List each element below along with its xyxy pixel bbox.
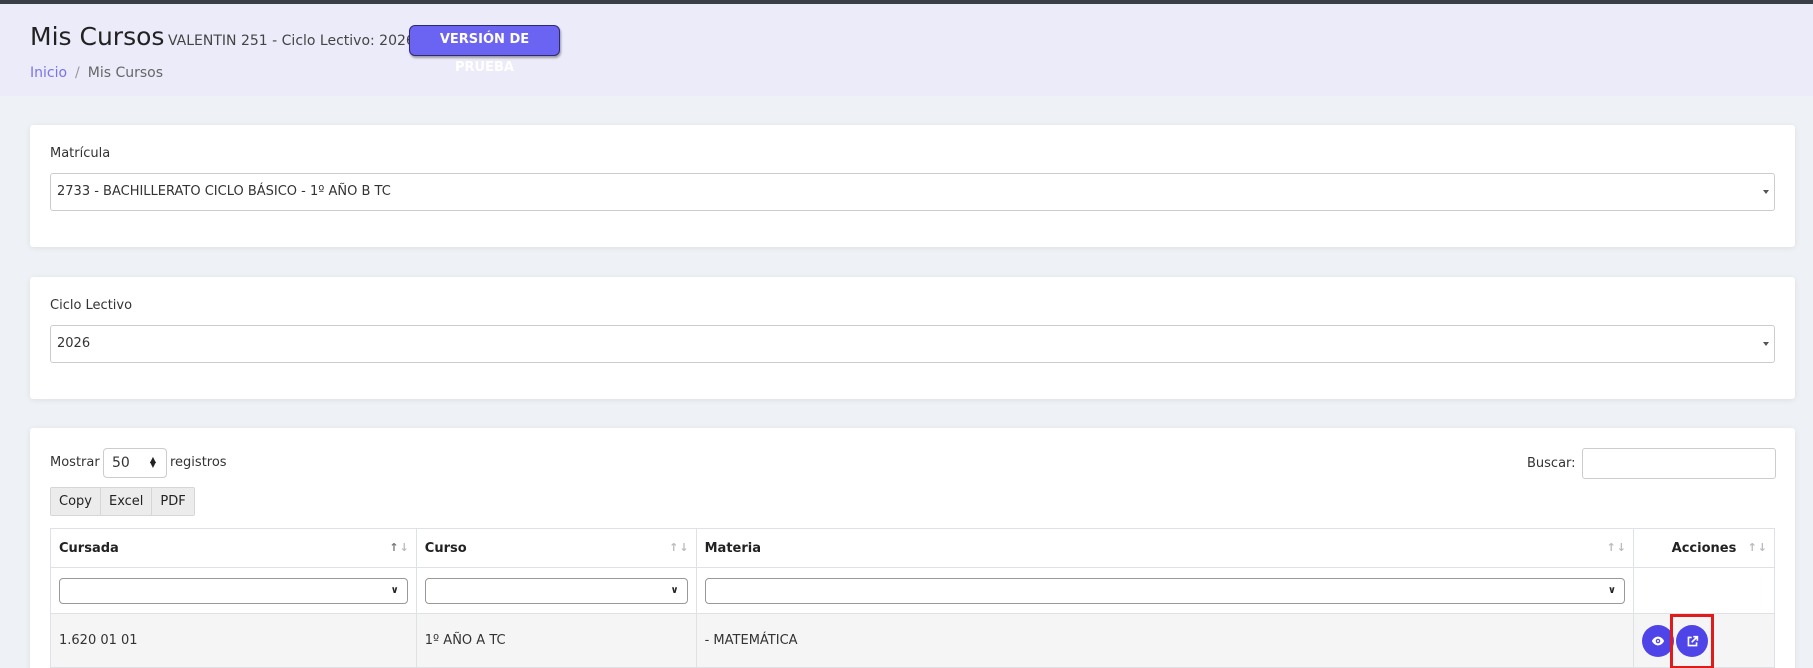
sort-icon: ↑↓ <box>1606 541 1627 554</box>
page-subtitle: VALENTIN 251 - Ciclo Lectivo: 2026 <box>168 33 415 49</box>
highlight-box <box>1670 614 1714 668</box>
ciclo-lectivo-selected-value: 2026 <box>57 336 91 351</box>
ciclo-lectivo-label: Ciclo Lectivo <box>50 298 133 313</box>
courses-table-card: Mostrar 50 ▲ ▼ registros Buscar: Copy Exc… <box>30 428 1795 668</box>
breadcrumb: Inicio / Mis Cursos <box>30 65 163 81</box>
eye-icon <box>1651 636 1665 646</box>
page-header: Mis Cursos VALENTIN 251 - Ciclo Lectivo:… <box>0 4 1813 96</box>
search-input[interactable] <box>1582 448 1776 479</box>
breadcrumb-separator: / <box>75 65 80 81</box>
breadcrumb-home-link[interactable]: Inicio <box>30 65 67 81</box>
filter-cell-materia: ∨ <box>695 567 1635 614</box>
page-length-value: 50 <box>112 455 130 471</box>
excel-button[interactable]: Excel <box>100 488 153 515</box>
show-label: Mostrar <box>50 455 100 470</box>
column-label: Curso <box>424 540 467 556</box>
breadcrumb-current: Mis Cursos <box>87 65 164 81</box>
caret-down-icon <box>1763 190 1769 194</box>
trial-version-badge: VERSIÓN DE PRUEBA <box>409 25 560 75</box>
sort-icon: ↑↓ <box>669 541 690 554</box>
column-header-acciones[interactable]: Acciones ↑↓ <box>1633 528 1775 568</box>
column-header-cursada[interactable]: Cursada ↑↓ <box>50 528 417 568</box>
chevron-down-icon: ∨ <box>670 584 679 596</box>
materia-filter-select[interactable]: ∨ <box>704 577 1625 604</box>
search-label: Buscar: <box>1527 456 1576 471</box>
page-length-select[interactable]: 50 ▲ ▼ <box>103 448 167 478</box>
copy-button[interactable]: Copy <box>51 488 101 515</box>
records-label: registros <box>170 455 227 470</box>
sort-icon: ↑↓ <box>1747 541 1768 554</box>
ciclo-lectivo-card: Ciclo Lectivo 2026 <box>30 277 1795 399</box>
matricula-selected-value: 2733 - BACHILLERATO CICLO BÁSICO - 1º AÑ… <box>57 184 391 199</box>
cursada-filter-select[interactable]: ∨ <box>59 577 408 604</box>
export-button-group: Copy Excel PDF <box>50 487 195 516</box>
column-header-curso[interactable]: Curso ↑↓ <box>415 528 697 568</box>
page-title: Mis Cursos <box>30 22 165 51</box>
courses-table: Cursada ↑↓ Curso ↑↓ Materia ↑↓ Acciones … <box>50 528 1775 668</box>
column-header-materia[interactable]: Materia ↑↓ <box>695 528 1635 568</box>
chevron-down-icon: ∨ <box>390 584 399 596</box>
table-row: 1.620 01 01 1º AÑO A TC - MATEMÁTICA <box>50 613 1775 668</box>
curso-cell: 1º AÑO A TC <box>415 613 697 668</box>
column-label: Materia <box>704 540 761 556</box>
cursada-cell: 1.620 01 01 <box>50 613 417 668</box>
filter-cell-acciones <box>1633 567 1775 614</box>
pdf-button[interactable]: PDF <box>152 488 194 515</box>
column-label: Cursada <box>59 540 119 556</box>
actions-cell <box>1633 613 1775 668</box>
filter-cell-curso: ∨ <box>415 567 697 614</box>
ciclo-lectivo-select[interactable]: 2026 <box>50 325 1775 363</box>
matricula-card: Matrícula 2733 - BACHILLERATO CICLO BÁSI… <box>30 125 1795 247</box>
caret-down-icon <box>1763 342 1769 346</box>
sort-icon: ↑↓ <box>389 541 410 554</box>
matricula-label: Matrícula <box>50 146 111 161</box>
column-label: Acciones <box>1671 540 1737 556</box>
chevron-down-icon: ∨ <box>1607 584 1616 596</box>
sort-arrows-icon: ▲ ▼ <box>149 455 156 469</box>
curso-filter-select[interactable]: ∨ <box>424 577 688 604</box>
matricula-select[interactable]: 2733 - BACHILLERATO CICLO BÁSICO - 1º AÑ… <box>50 173 1775 211</box>
filter-cell-cursada: ∨ <box>50 567 417 614</box>
materia-cell: - MATEMÁTICA <box>695 613 1635 668</box>
